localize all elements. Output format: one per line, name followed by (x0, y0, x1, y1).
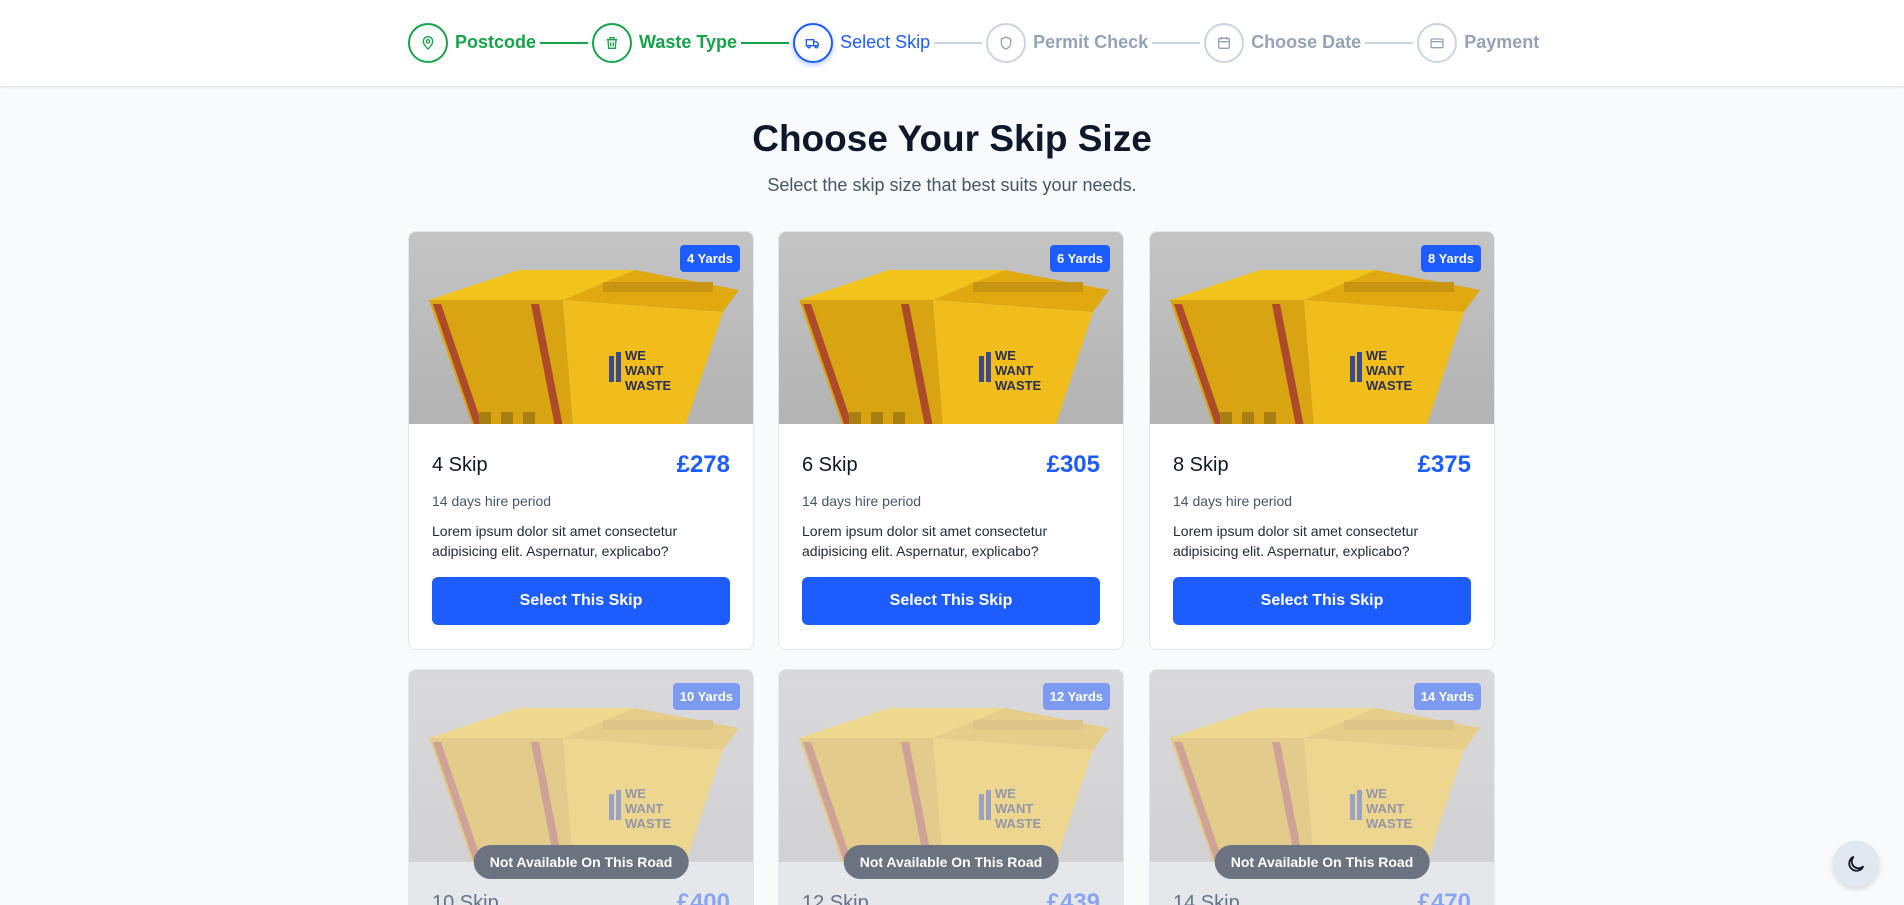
brand-line-1: WE (625, 786, 646, 801)
skip-card[interactable]: WE WANT WASTE 6 Yards 6 Skip £305 14 day… (778, 231, 1124, 650)
skip-image: WE WANT WASTE 8 Yards (1150, 232, 1494, 424)
brand-line-3: WASTE (1366, 816, 1413, 831)
moon-icon (1848, 855, 1865, 872)
brand-line-1: WE (625, 348, 646, 363)
brand-line-3: WASTE (625, 378, 672, 393)
step-choose-date[interactable]: Choose Date (1204, 22, 1362, 63)
size-badge: 8 Yards (1420, 245, 1481, 272)
brand-line-1: WE (1366, 786, 1387, 801)
brand-line-2: WANT (995, 363, 1033, 378)
progress-stepper: Postcode Waste Type Select Skip Permit C… (408, 22, 1539, 63)
skip-name: 4 Skip (432, 453, 488, 476)
brand-line-2: WANT (995, 801, 1033, 816)
step-connector (1365, 41, 1414, 44)
size-badge: 4 Yards (679, 245, 740, 272)
step-label: Select Skip (840, 32, 931, 52)
step-postcode[interactable]: Postcode (408, 22, 537, 63)
unavailable-badge: Not Available On This Road (843, 845, 1059, 879)
step-connector (741, 41, 790, 44)
page-title: Choose Your Skip Size (752, 118, 1152, 159)
skip-name: 8 Skip (1173, 453, 1229, 476)
skip-card-unavailable: WE WANT WASTE 10 Yards Not Available On … (408, 669, 754, 905)
brand-line-3: WASTE (995, 378, 1042, 393)
page-subtitle: Select the skip size that best suits you… (767, 175, 1137, 195)
size-badge: 12 Yards (1042, 683, 1110, 710)
skip-description: Lorem ipsum dolor sit amet consectetur a… (802, 523, 1048, 559)
step-label: Permit Check (1033, 32, 1149, 52)
skip-price: £375 (1417, 451, 1471, 478)
step-permit-check[interactable]: Permit Check (986, 22, 1149, 63)
brand-line-2: WANT (1366, 801, 1404, 816)
skip-price: £439 (1046, 889, 1100, 905)
step-label: Choose Date (1251, 32, 1362, 52)
skip-name: 12 Skip (802, 891, 869, 905)
map-pin-icon (408, 22, 448, 63)
skip-price: £278 (676, 451, 730, 478)
skip-card-unavailable: WE WANT WASTE 12 Yards Not Available On … (778, 669, 1124, 905)
truck-icon (793, 22, 834, 63)
skip-price: £305 (1046, 451, 1100, 478)
skip-image: WE WANT WASTE 6 Yards (779, 232, 1123, 424)
size-badge: 14 Yards (1413, 683, 1481, 710)
step-select-skip[interactable]: Select Skip (793, 22, 931, 63)
select-skip-button[interactable]: Select This Skip (802, 577, 1100, 625)
size-badge: 10 Yards (672, 683, 740, 710)
brand-line-3: WASTE (625, 816, 672, 831)
step-waste-type[interactable]: Waste Type (592, 22, 738, 63)
brand-line-1: WE (1366, 348, 1387, 363)
hire-period: 14 days hire period (432, 493, 552, 509)
select-skip-button[interactable]: Select This Skip (432, 577, 730, 625)
step-payment[interactable]: Payment (1417, 22, 1540, 63)
skip-name: 10 Skip (432, 891, 499, 905)
skip-name: 6 Skip (802, 453, 858, 476)
skip-image: WE WANT WASTE 4 Yards (409, 232, 753, 424)
unavailable-badge: Not Available On This Road (473, 845, 689, 879)
hire-period: 14 days hire period (802, 493, 922, 509)
step-connector (540, 41, 589, 44)
skip-name: 14 Skip (1173, 891, 1240, 905)
skip-card-unavailable: WE WANT WASTE 14 Yards Not Available On … (1149, 669, 1495, 905)
unavailable-badge: Not Available On This Road (1214, 845, 1430, 879)
theme-toggle-button[interactable] (1833, 841, 1879, 887)
skip-card[interactable]: WE WANT WASTE 8 Yards 8 Skip £375 14 day… (1149, 231, 1495, 650)
step-connector (934, 41, 983, 44)
select-skip-button[interactable]: Select This Skip (1173, 577, 1471, 625)
skip-image: WE WANT WASTE 10 Yards (409, 670, 753, 862)
progress-header: Postcode Waste Type Select Skip Permit C… (0, 0, 1904, 87)
brand-line-2: WANT (625, 363, 663, 378)
skip-card[interactable]: WE WANT WASTE 4 Yards 4 Skip £278 14 day… (408, 231, 754, 650)
brand-line-2: WANT (625, 801, 663, 816)
skip-image: WE WANT WASTE 14 Yards (1150, 670, 1494, 862)
skip-image: WE WANT WASTE 12 Yards (779, 670, 1123, 862)
step-label: Postcode (455, 32, 537, 52)
brand-line-3: WASTE (995, 816, 1042, 831)
shield-icon (986, 22, 1027, 63)
trash-icon (592, 22, 633, 63)
brand-line-3: WASTE (1366, 378, 1413, 393)
skip-price: £470 (1417, 889, 1471, 905)
calendar-icon (1204, 22, 1245, 63)
step-connector (1152, 41, 1201, 44)
brand-line-1: WE (995, 348, 1016, 363)
step-label: Waste Type (639, 32, 738, 52)
skip-price: £400 (676, 889, 730, 905)
brand-line-2: WANT (1366, 363, 1404, 378)
brand-line-1: WE (995, 786, 1016, 801)
hire-period: 14 days hire period (1173, 493, 1293, 509)
size-badge: 6 Yards (1049, 245, 1110, 272)
credit-card-icon (1417, 22, 1458, 63)
step-label: Payment (1464, 32, 1540, 52)
skip-description: Lorem ipsum dolor sit amet consectetur a… (1173, 523, 1419, 559)
skip-description: Lorem ipsum dolor sit amet consectetur a… (432, 523, 678, 559)
